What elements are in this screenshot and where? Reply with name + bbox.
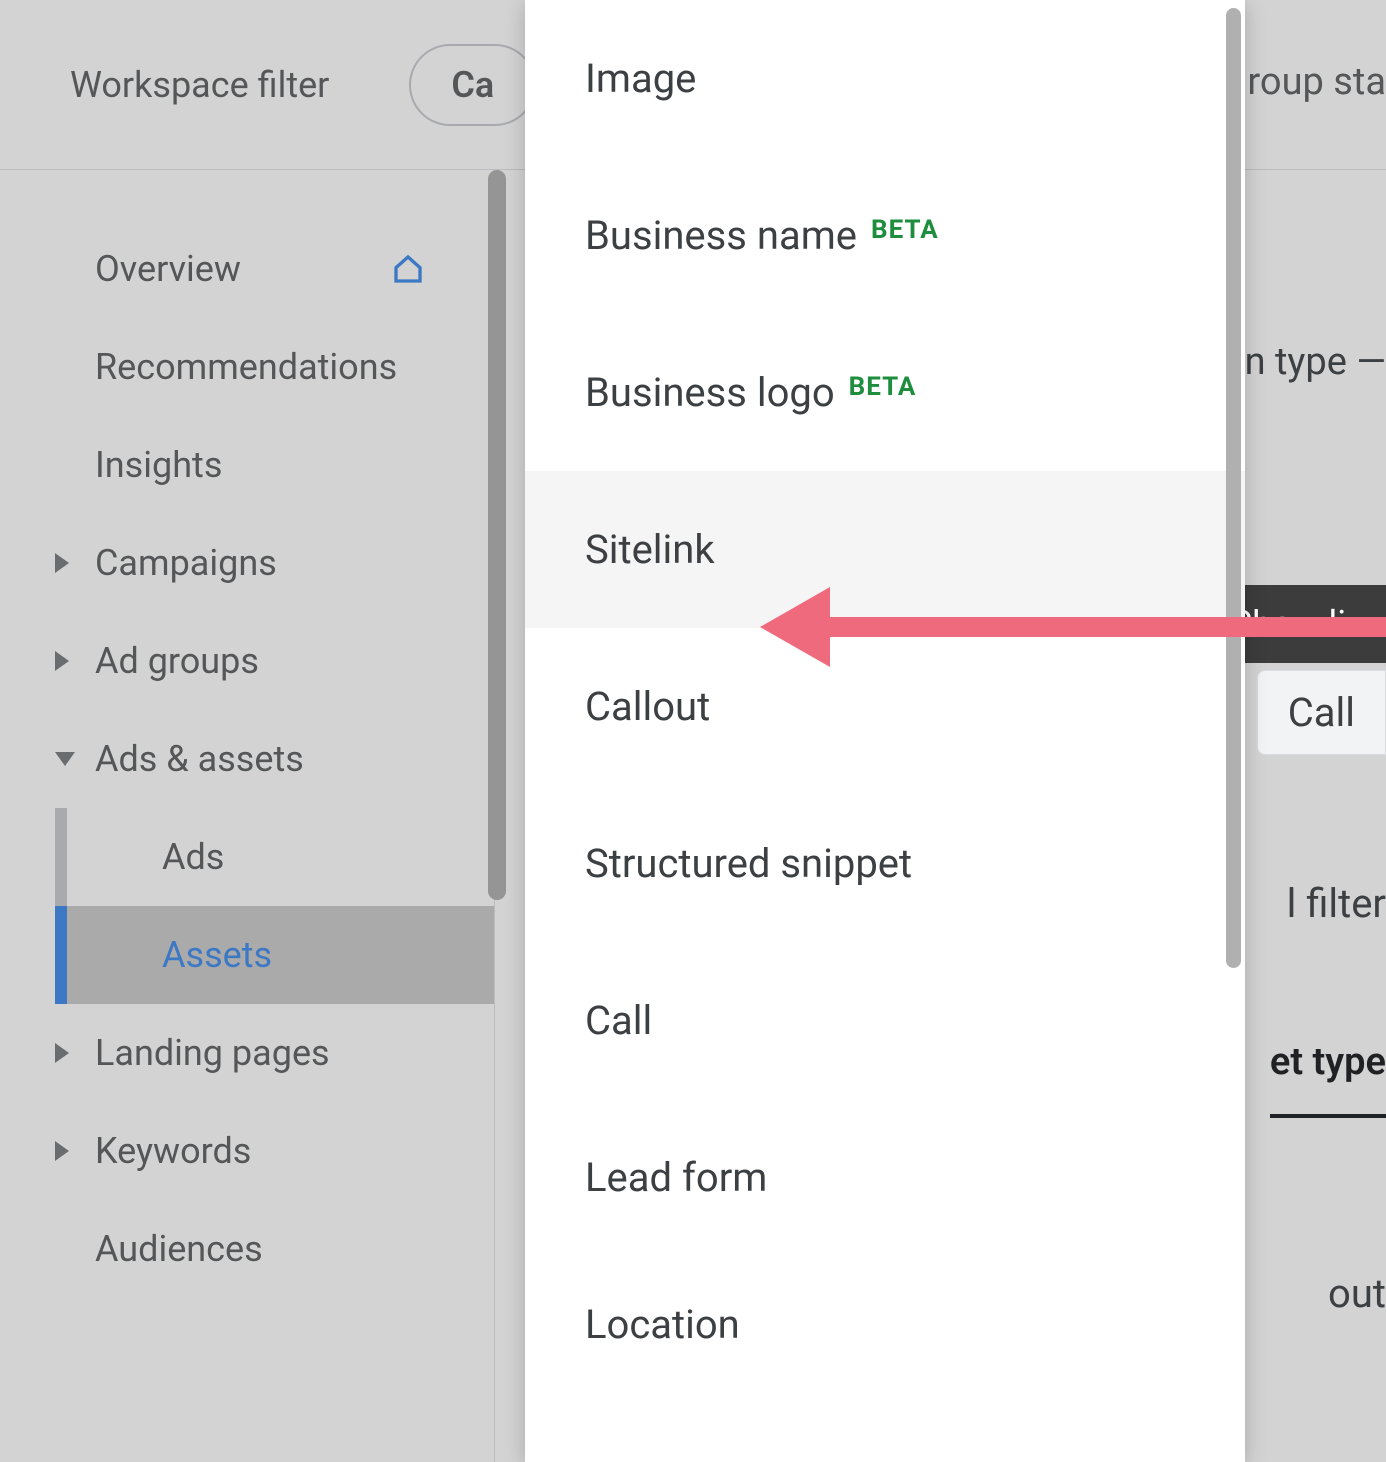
sidebar-item-label: Ad groups xyxy=(95,640,259,682)
asset-type-dropdown: Image Business name BETA Business logo B… xyxy=(525,0,1245,1462)
sidebar-item-label: Overview xyxy=(95,248,241,290)
beta-badge: BETA xyxy=(871,215,939,245)
dropdown-item-lead-form[interactable]: Lead form xyxy=(525,1099,1245,1256)
home-icon xyxy=(392,253,424,285)
dropdown-item-label: Sitelink xyxy=(585,526,715,573)
workspace-filter-label: Workspace filter xyxy=(70,64,329,106)
dropdown-item-label: Business logo xyxy=(585,369,835,416)
sidebar-subitem-label: Ads xyxy=(162,836,224,878)
chip-text: Call xyxy=(1288,689,1355,736)
sidebar-item-ads-assets[interactable]: Ads & assets xyxy=(0,710,494,808)
dropdown-item-business-logo[interactable]: Business logo BETA xyxy=(525,314,1245,471)
sidebar-item-recommendations[interactable]: Recommendations xyxy=(0,318,494,416)
out-partial: out xyxy=(1328,1270,1386,1317)
dropdown-item-label: Image xyxy=(585,55,696,102)
caret-right-icon xyxy=(55,553,69,573)
campaign-type-partial: gn type — xyxy=(1223,340,1386,384)
sidebar-subitem-ads[interactable]: Ads xyxy=(55,808,494,906)
dropdown-item-label: Callout xyxy=(585,683,710,730)
sidebar-item-label: Ads & assets xyxy=(95,738,304,780)
dropdown-item-label: Lead form xyxy=(585,1154,767,1201)
sidebar-item-label: Campaigns xyxy=(95,542,277,584)
sidebar-item-label: Audiences xyxy=(95,1228,263,1270)
sidebar-subitems: Ads Assets xyxy=(0,808,494,1004)
filter-chip[interactable]: Ca xyxy=(409,44,536,126)
call-chip[interactable]: Call xyxy=(1257,670,1386,755)
dropdown-item-structured-snippet[interactable]: Structured snippet xyxy=(525,785,1245,942)
caret-right-icon xyxy=(55,1043,69,1063)
caret-down-icon xyxy=(55,752,75,766)
dropdown-item-business-name[interactable]: Business name BETA xyxy=(525,157,1245,314)
sidebar-item-insights[interactable]: Insights xyxy=(0,416,494,514)
sidebar-subitem-assets[interactable]: Assets xyxy=(55,906,494,1004)
sidebar-item-campaigns[interactable]: Campaigns xyxy=(0,514,494,612)
dropdown-item-label: Call xyxy=(585,997,652,1044)
sidebar-item-keywords[interactable]: Keywords xyxy=(0,1102,494,1200)
beta-badge: BETA xyxy=(849,372,917,402)
navigation-sidebar: Overview Recommendations Insights Campai… xyxy=(0,170,495,1462)
dropdown-item-callout[interactable]: Callout xyxy=(525,628,1245,785)
caret-right-icon xyxy=(55,1141,69,1161)
asset-type-column: et type xyxy=(1270,1040,1386,1118)
dropdown-item-call[interactable]: Call xyxy=(525,942,1245,1099)
caret-right-icon xyxy=(55,651,69,671)
dropdown-item-label: Location xyxy=(585,1301,740,1348)
sidebar-item-audiences[interactable]: Audiences xyxy=(0,1200,494,1298)
sidebar-item-label: Landing pages xyxy=(95,1032,330,1074)
dropdown-item-location[interactable]: Location xyxy=(525,1256,1245,1403)
dropdown-item-sitelink[interactable]: Sitelink xyxy=(525,471,1245,628)
sidebar-item-label: Keywords xyxy=(95,1130,251,1172)
sidebar-item-ad-groups[interactable]: Ad groups xyxy=(0,612,494,710)
badge-text: Show li xyxy=(1231,603,1346,645)
filter-chip-text: Ca xyxy=(451,64,494,106)
sidebar-item-overview[interactable]: Overview xyxy=(0,220,494,318)
dropdown-item-label: Business name xyxy=(585,212,857,259)
sidebar-item-label: Recommendations xyxy=(95,346,397,388)
dropdown-item-label: Structured snippet xyxy=(585,840,912,887)
sidebar-item-landing-pages[interactable]: Landing pages xyxy=(0,1004,494,1102)
dropdown-item-image[interactable]: Image xyxy=(525,0,1245,157)
filter-partial: l filter xyxy=(1287,880,1386,927)
sidebar-item-label: Insights xyxy=(95,444,222,486)
sidebar-subitem-label: Assets xyxy=(162,934,272,976)
group-status-partial: group sta xyxy=(1226,60,1386,104)
sidebar-scrollbar[interactable] xyxy=(488,170,506,900)
dropdown-scrollbar[interactable] xyxy=(1226,8,1241,968)
